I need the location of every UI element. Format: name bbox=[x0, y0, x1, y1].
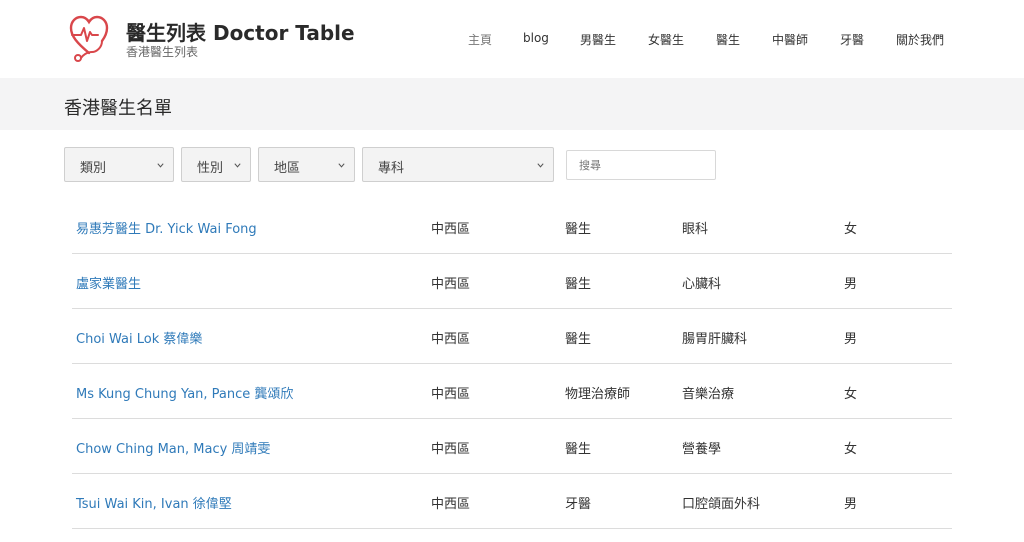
specialty-select-label: 專科 bbox=[378, 161, 405, 176]
specialty-cell: 口腔頜面外科 bbox=[682, 497, 761, 512]
district-cell: 中西區 bbox=[431, 222, 471, 237]
doctor-name-link[interactable]: Tsui Wai Kin, Ivan 徐偉堅 bbox=[76, 493, 232, 512]
gender-cell: 女 bbox=[844, 442, 858, 457]
gender-cell: 男 bbox=[844, 332, 858, 347]
type-cell: 醫生 bbox=[565, 332, 592, 347]
specialty-cell: 眼科 bbox=[682, 222, 709, 237]
doctor-name-link[interactable]: 易惠芳醫生 Dr. Yick Wai Fong bbox=[76, 218, 257, 237]
doctor-name-link[interactable]: 盧家業醫生 bbox=[76, 273, 141, 292]
specialty-cell: 心臟科 bbox=[682, 277, 722, 292]
nav-item-male-doctors[interactable]: 男醫生 bbox=[580, 31, 616, 48]
nav-item-dentists[interactable]: 牙醫 bbox=[840, 31, 864, 48]
nav-item-doctors[interactable]: 醫生 bbox=[716, 31, 740, 48]
table-row: Choi Wai Lok 蔡偉樂 中西區 醫生 腸胃肝臟科 男 bbox=[72, 309, 952, 364]
chevron-down-icon bbox=[234, 163, 241, 168]
gender-select-label: 性別 bbox=[197, 161, 224, 176]
doctor-name-link[interactable]: Chow Ching Man, Macy 周靖雯 bbox=[76, 438, 270, 457]
table-row: 盧家業醫生 中西區 醫生 心臟科 男 bbox=[72, 254, 952, 309]
site-header: 醫生列表 Doctor Table 香港醫生列表 主頁 blog 男醫生 女醫生… bbox=[0, 0, 1024, 78]
type-cell: 醫生 bbox=[565, 222, 592, 237]
nav-item-chinese-medicine[interactable]: 中醫師 bbox=[772, 31, 808, 48]
nav-item-about-us[interactable]: 關於我們 bbox=[896, 31, 944, 48]
table-row: Tsui Wai Kin, Ivan 徐偉堅 中西區 牙醫 口腔頜面外科 男 bbox=[72, 474, 952, 529]
nav-item-blog[interactable]: blog bbox=[523, 31, 549, 45]
nav-item-home[interactable]: 主頁 bbox=[468, 31, 492, 48]
chevron-down-icon bbox=[338, 163, 345, 168]
main-nav: 主頁 blog 男醫生 女醫生 醫生 中醫師 牙醫 關於我們 bbox=[0, 31, 1024, 47]
page-title: 香港醫生名單 bbox=[64, 98, 172, 119]
district-cell: 中西區 bbox=[431, 497, 471, 512]
doctor-name-link[interactable]: Choi Wai Lok 蔡偉樂 bbox=[76, 328, 202, 347]
type-cell: 醫生 bbox=[565, 277, 592, 292]
district-cell: 中西區 bbox=[431, 387, 471, 402]
doctor-table: 易惠芳醫生 Dr. Yick Wai Fong 中西區 醫生 眼科 女 盧家業醫… bbox=[72, 199, 952, 529]
chevron-down-icon bbox=[537, 163, 544, 168]
gender-cell: 男 bbox=[844, 277, 858, 292]
specialty-cell: 音樂治療 bbox=[682, 387, 735, 402]
category-select-label: 類別 bbox=[80, 161, 107, 176]
specialty-cell: 營養學 bbox=[682, 442, 722, 457]
specialty-select[interactable]: 專科 bbox=[362, 147, 554, 182]
chevron-down-icon bbox=[157, 163, 164, 168]
table-row: 易惠芳醫生 Dr. Yick Wai Fong 中西區 醫生 眼科 女 bbox=[72, 199, 952, 254]
type-cell: 醫生 bbox=[565, 442, 592, 457]
type-cell: 牙醫 bbox=[565, 497, 592, 512]
gender-select[interactable]: 性別 bbox=[181, 147, 251, 182]
gender-cell: 女 bbox=[844, 222, 858, 237]
gender-cell: 男 bbox=[844, 497, 858, 512]
specialty-cell: 腸胃肝臟科 bbox=[682, 332, 748, 347]
doctor-name-link[interactable]: Ms Kung Chung Yan, Pance 龔頌欣 bbox=[76, 383, 293, 402]
type-cell: 物理治療師 bbox=[565, 387, 631, 402]
nav-item-female-doctors[interactable]: 女醫生 bbox=[648, 31, 684, 48]
search-input[interactable] bbox=[566, 150, 716, 180]
table-row: Chow Ching Man, Macy 周靖雯 中西區 醫生 營養學 女 bbox=[72, 419, 952, 474]
district-cell: 中西區 bbox=[431, 442, 471, 457]
category-select[interactable]: 類別 bbox=[64, 147, 174, 182]
page-title-bar: 香港醫生名單 bbox=[0, 78, 1024, 130]
district-select[interactable]: 地區 bbox=[258, 147, 355, 182]
gender-cell: 女 bbox=[844, 387, 858, 402]
district-select-label: 地區 bbox=[274, 161, 301, 176]
table-row: Ms Kung Chung Yan, Pance 龔頌欣 中西區 物理治療師 音… bbox=[72, 364, 952, 419]
district-cell: 中西區 bbox=[431, 277, 471, 292]
district-cell: 中西區 bbox=[431, 332, 471, 347]
